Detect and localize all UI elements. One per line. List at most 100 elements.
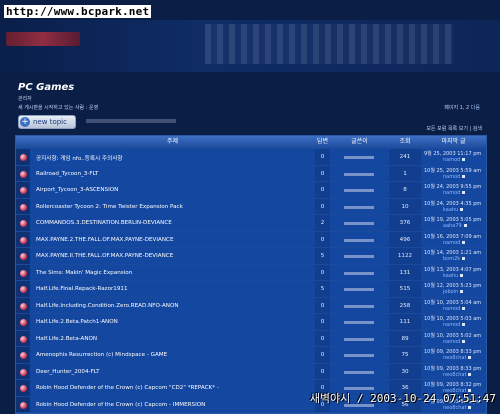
author-link[interactable] [344,337,374,341]
author-link[interactable] [344,271,374,275]
author-link[interactable] [344,370,374,374]
views-cell: 376 [389,215,421,232]
topic-title-link[interactable]: MAX.PAYNE.2.THE.FALL.OF.MAX.PAYNE-DEVIAN… [36,237,174,243]
last-post-cell: 10월 09, 2003 8:33 pm neo8chat [421,363,486,380]
topic-title-link[interactable]: MAX.PAYNE.II.THE.FALL.OF.MAX.PAYNE-DEVIA… [36,253,173,259]
topic-title-link[interactable]: Rollercoaster Tycoon 2: Time Twister Exp… [36,204,183,210]
last-post-date: 9월 25, 2003 11:17 pm [424,151,482,157]
board-links[interactable]: 모든 포럼 목록 보기 | 검색 [426,125,482,132]
author-link[interactable] [344,288,374,291]
table-row: Amenophis Resurrection (c) Mindspace - G… [16,346,486,364]
last-post-cell: 10월 10, 2003 5:04 am namod [421,297,486,314]
author-link[interactable] [344,189,374,192]
author-link[interactable] [344,172,374,176]
topic-title-link[interactable]: Robin Hood Defender of the Crown (c) Cap… [36,385,219,391]
replies-count: 0 [320,203,325,210]
topic-title-link[interactable]: Amenophis Resurrection (c) Mindspace - G… [36,352,167,358]
topic-folder-icon [20,236,27,244]
topic-folder-icon [20,385,27,392]
replies-count: 0 [320,269,325,276]
page-info-text: 페이지 1, 2 [444,105,470,111]
views-count: 515 [399,286,411,292]
last-post-user-link[interactable]: namod [443,322,465,328]
col-title: 주제 [166,138,179,145]
last-post-user-link[interactable]: neo8chat [443,372,471,378]
site-logo[interactable] [6,32,80,46]
topic-title-link[interactable]: COMMANDOS.3.DESTINATION.BERLIN-DEVIANCE [36,220,172,226]
topic-title-link[interactable]: Airport_Tycoon_3-ASCENSION [36,187,118,193]
replies-cell: 5 [315,248,330,265]
last-post-user-link[interactable]: kaahu [443,273,463,279]
replies-count: 0 [320,154,325,160]
topic-title-link[interactable]: Robin Hood Defender of the Crown (c) Cap… [36,402,205,408]
last-post-user-link[interactable]: bom2k [443,256,465,262]
topic-table: 주제 답변 글쓴이 조회 마지막 글 공지사항: 게임 nfo..등록시 주의사… [15,135,487,414]
forum-title[interactable]: PC Games [18,82,74,93]
topic-title-cell: Half.Life.Including.Condition.Zero.READ.… [30,297,315,314]
table-row: COMMANDOS.3.DESTINATION.BERLIN-DEVIANCE 2… [16,214,486,232]
views-count: 258 [399,302,411,309]
author-link[interactable] [344,205,374,209]
views-cell: 1122 [389,248,421,265]
topic-title-cell: 공지사항: 게임 nfo..등록시 주의사항 [30,149,315,166]
moderator-label: 관리자 [18,96,32,102]
author-link[interactable] [344,238,374,242]
topic-title-link[interactable]: Half.Life.Final.Repack-Razor1911 [36,286,128,292]
topic-title-link[interactable]: 공지사항: 게임 nfo..등록시 주의사항 [36,154,123,162]
author-link[interactable] [344,304,374,308]
views-cell: 89 [389,330,421,347]
author-cell [330,281,389,298]
topic-title-link[interactable]: Deer_Hunter_2004-FLT [36,369,100,375]
topic-title-cell: Rollercoaster Tycoon 2: Time Twister Exp… [30,198,315,215]
author-link[interactable] [344,156,374,159]
last-post-user-link[interactable]: kaahu [443,207,463,213]
views-count: 376 [399,220,411,226]
col-replies: 답변 [316,138,329,145]
views-count: 8 [403,187,407,193]
author-link[interactable] [344,222,374,225]
last-post-cell: 10월 16, 2003 7:09 am namod [421,231,486,248]
author-link[interactable] [344,255,374,258]
topic-title-link[interactable]: The Sims: Makin' Magic Expansion [36,270,132,276]
views-count: 89 [401,335,409,342]
views-cell: 258 [389,297,421,314]
views-cell: 131 [389,264,421,281]
topic-title-link[interactable]: Railroad_Tycoon_3-FLT [36,171,98,177]
breadcrumb[interactable] [86,119,176,123]
new-topic-button[interactable]: + new topic [18,115,76,129]
replies-cell: 0 [315,347,330,364]
last-post-user-link[interactable]: namod [443,339,465,345]
topic-title-link[interactable]: Half.Life.Including.Condition.Zero.READ.… [36,303,179,309]
topic-folder-icon [20,154,27,161]
author-link[interactable] [344,354,374,357]
last-post-user-link[interactable]: namod [443,174,465,180]
last-post-user-link[interactable]: namod [443,240,465,246]
col-last-post: 마지막 글 [441,138,466,145]
last-post-user-link[interactable]: namod [443,306,465,312]
author-link[interactable] [344,321,374,324]
topic-title-link[interactable]: Half.Life.2.Beta-ANON [36,336,97,342]
last-post-user-link[interactable]: neo8chat [443,355,471,361]
views-cell: 515 [389,281,421,298]
views-cell: 30 [389,363,421,380]
last-post-user-link[interactable]: joboin [443,289,463,295]
author-cell [330,330,389,347]
replies-count: 0 [320,319,325,325]
last-post-date: 10월 19, 2003 5:05 pm [424,217,482,223]
views-cell: 8 [389,182,421,199]
last-post-user-link[interactable]: namod [443,190,465,196]
topic-folder-icon [20,319,27,326]
topic-title-link[interactable]: Half.Life.2.Beta.Patch1-ANON [36,319,118,325]
last-post-user-link[interactable]: aaha79 [443,223,467,229]
ad-banner[interactable] [205,24,453,64]
topic-title-cell: Deer_Hunter_2004-FLT [30,363,315,380]
last-post-user-link[interactable]: namod [443,157,465,163]
views-cell: 111 [389,314,421,331]
next-page-link[interactable]: 다음 [471,105,480,111]
topic-title-cell: MAX.PAYNE.2.THE.FALL.OF.MAX.PAYNE-DEVIAN… [30,231,315,248]
views-count: 111 [399,319,411,325]
author-cell [330,314,389,331]
last-post-date: 10월 10, 2003 5:03 am [424,316,482,322]
last-post-date: 10월 16, 2003 7:09 am [424,233,482,240]
topic-folder-icon [20,352,27,359]
